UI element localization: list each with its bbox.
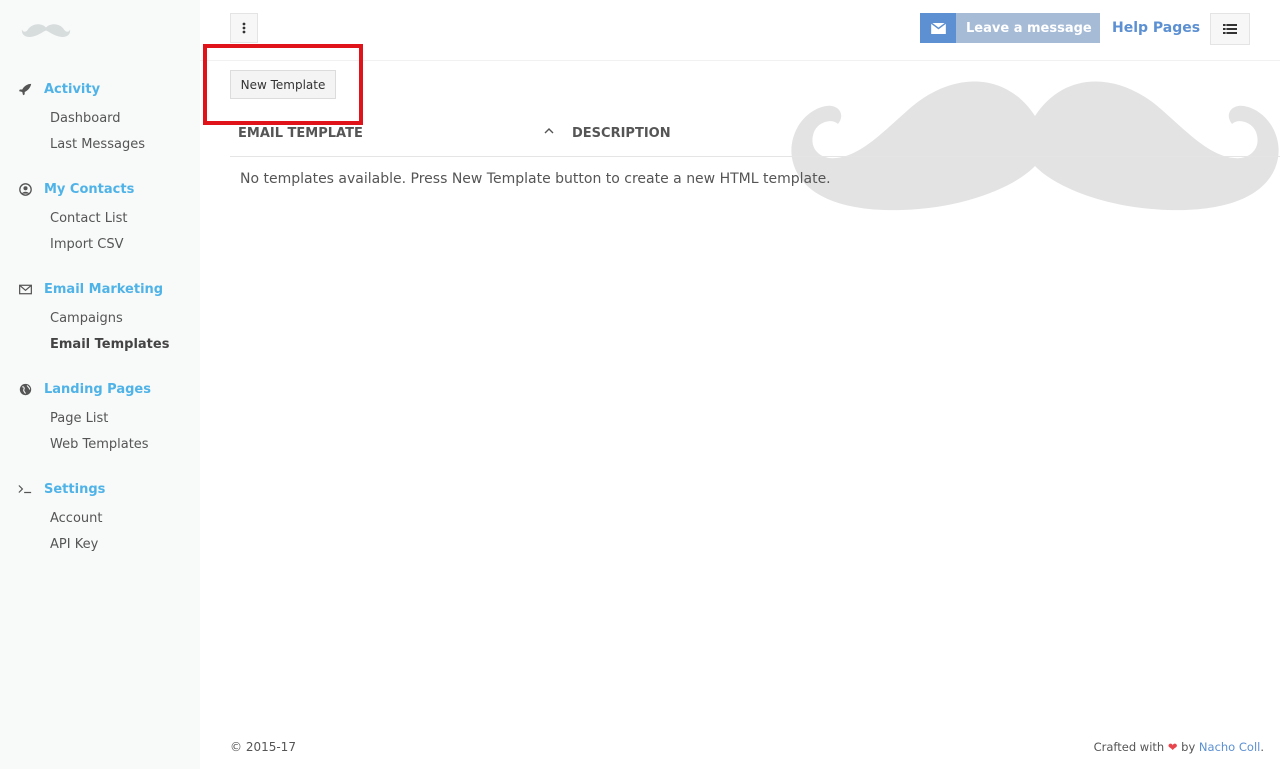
sidebar-item-import-csv[interactable]: Import CSV [50, 236, 124, 254]
sidebar-item-page-list[interactable]: Page List [50, 410, 108, 428]
empty-state-message: No templates available. Press New Templa… [240, 171, 831, 187]
globe-icon [18, 382, 32, 396]
sidebar-item-dashboard[interactable]: Dashboard [50, 110, 121, 128]
menu-button[interactable] [1210, 13, 1250, 45]
credits-by: by [1181, 740, 1196, 754]
sidebar-item-api-key[interactable]: API Key [50, 536, 98, 554]
sidebar-item-campaigns[interactable]: Campaigns [50, 310, 123, 328]
nav-section-label: My Contacts [44, 181, 135, 197]
vertical-ellipsis-icon [242, 22, 246, 34]
copyright-text: © 2015-17 [230, 740, 296, 754]
nav-section-label: Settings [44, 481, 106, 497]
mustache-watermark-icon [791, 81, 1279, 211]
nav-section-label: Email Marketing [44, 281, 164, 297]
rocket-icon [18, 82, 32, 96]
table-divider [230, 156, 1280, 157]
sidebar-item-account[interactable]: Account [50, 510, 103, 528]
nav-section-label: Landing Pages [44, 381, 151, 397]
envelope-icon [920, 13, 956, 43]
list-icon [1223, 24, 1237, 34]
nav-section-my-contacts[interactable]: My Contacts [18, 179, 134, 199]
sidebar: Activity Dashboard Last Messages My Cont… [0, 0, 200, 769]
credits: Crafted with ❤ by Nacho Coll. [1094, 740, 1264, 754]
sidebar-item-email-templates[interactable]: Email Templates [50, 336, 169, 354]
leave-message-label: Leave a message [966, 20, 1092, 36]
nav-section-landing-pages[interactable]: Landing Pages [18, 379, 151, 399]
chevron-up-icon[interactable] [544, 126, 554, 136]
leave-message-button[interactable]: Leave a message [920, 13, 1100, 43]
author-link[interactable]: Nacho Coll [1199, 740, 1260, 754]
sidebar-item-contact-list[interactable]: Contact List [50, 210, 127, 228]
sidebar-item-web-templates[interactable]: Web Templates [50, 436, 149, 454]
envelope-icon [18, 282, 32, 296]
help-pages-link[interactable]: Help Pages [1112, 20, 1200, 36]
user-circle-icon [18, 182, 32, 196]
highlight-box [203, 44, 363, 125]
terminal-icon [18, 482, 32, 496]
column-header-description[interactable]: DESCRIPTION [572, 126, 671, 141]
mustache-logo-icon[interactable] [21, 23, 71, 39]
nav-section-activity[interactable]: Activity [18, 79, 100, 99]
sidebar-item-last-messages[interactable]: Last Messages [50, 136, 145, 154]
nav-section-email-marketing[interactable]: Email Marketing [18, 279, 163, 299]
nav-section-settings[interactable]: Settings [18, 479, 105, 499]
nav-section-label: Activity [44, 81, 101, 97]
column-header-email-template[interactable]: EMAIL TEMPLATE [238, 126, 363, 141]
credits-prefix: Crafted with [1093, 740, 1165, 754]
credits-suffix: . [1260, 740, 1264, 754]
sidebar-toggle-button[interactable] [230, 13, 258, 43]
heart-icon: ❤ [1167, 740, 1178, 754]
